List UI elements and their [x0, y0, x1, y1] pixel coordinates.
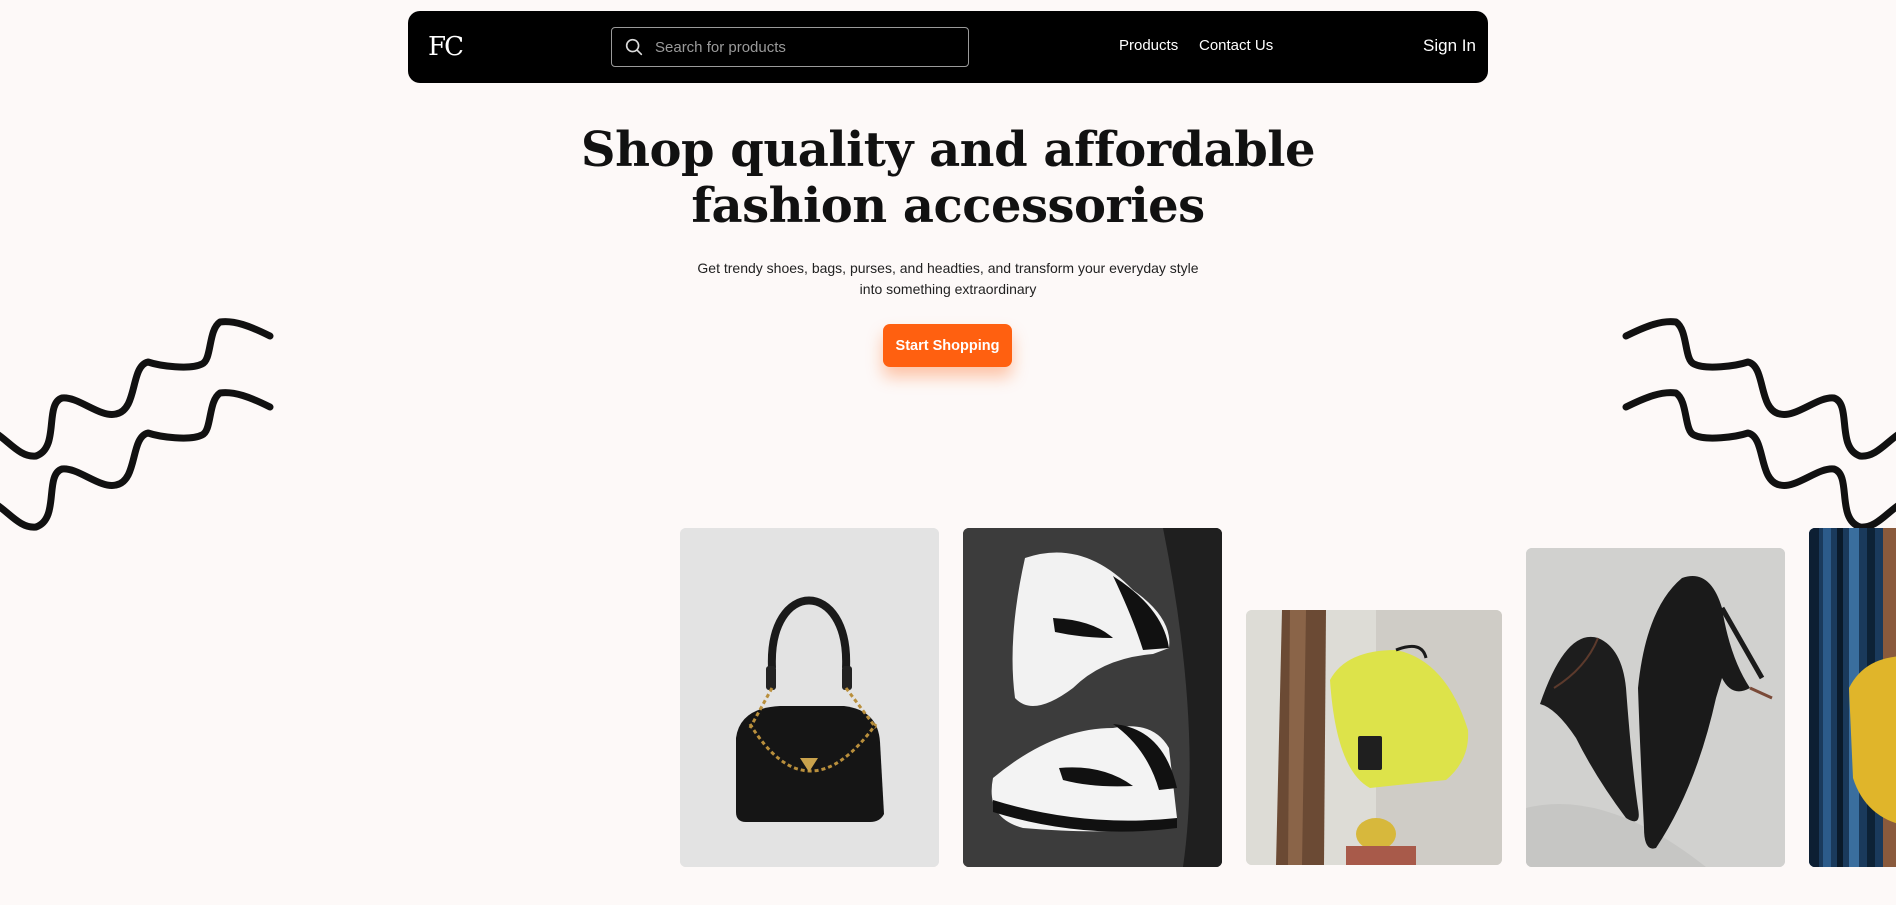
hero-title-line-1: Shop quality and affordable — [580, 122, 1316, 178]
logo-text: FC — [428, 32, 464, 62]
yellow-crossbody-bag-image — [1246, 610, 1502, 865]
zigzag-decoration-right — [1622, 318, 1896, 531]
product-card-blue-background[interactable] — [1809, 528, 1896, 867]
sign-in-link[interactable]: Sign In — [1423, 36, 1476, 56]
black-stiletto-heels-image — [1526, 548, 1785, 867]
high-top-sneakers-image — [963, 528, 1222, 867]
hero-subtitle: Get trendy shoes, bags, purses, and head… — [680, 258, 1216, 300]
product-card-shoulder-bag[interactable] — [680, 528, 939, 867]
product-card-yellow-bag[interactable] — [1246, 610, 1502, 865]
yellow-bag-blue-background-image — [1809, 528, 1896, 867]
search-icon — [625, 38, 643, 56]
hero-title-line-2: fashion accessories — [691, 178, 1205, 234]
zigzag-decoration-left — [0, 318, 274, 531]
nav-link-products[interactable]: Products — [1119, 37, 1178, 54]
search-input[interactable] — [645, 28, 968, 66]
logo[interactable]: FC — [425, 31, 465, 63]
hero-title: Shop quality and affordable fashion acce… — [448, 122, 1448, 234]
nav-link-contact-us[interactable]: Contact Us — [1199, 37, 1273, 54]
navbar: FC Products Contact Us Sign In — [408, 11, 1488, 83]
product-card-heels[interactable] — [1526, 548, 1785, 867]
hero-subtitle-line-1: Get trendy shoes, bags, purses, and head… — [697, 260, 1199, 276]
product-card-sneakers[interactable] — [963, 528, 1222, 867]
hero-subtitle-line-2: into something extraordinary — [859, 281, 1037, 297]
black-shoulder-bag-image — [680, 528, 939, 867]
search-bar[interactable] — [611, 27, 969, 67]
start-shopping-button[interactable]: Start Shopping — [883, 324, 1012, 367]
